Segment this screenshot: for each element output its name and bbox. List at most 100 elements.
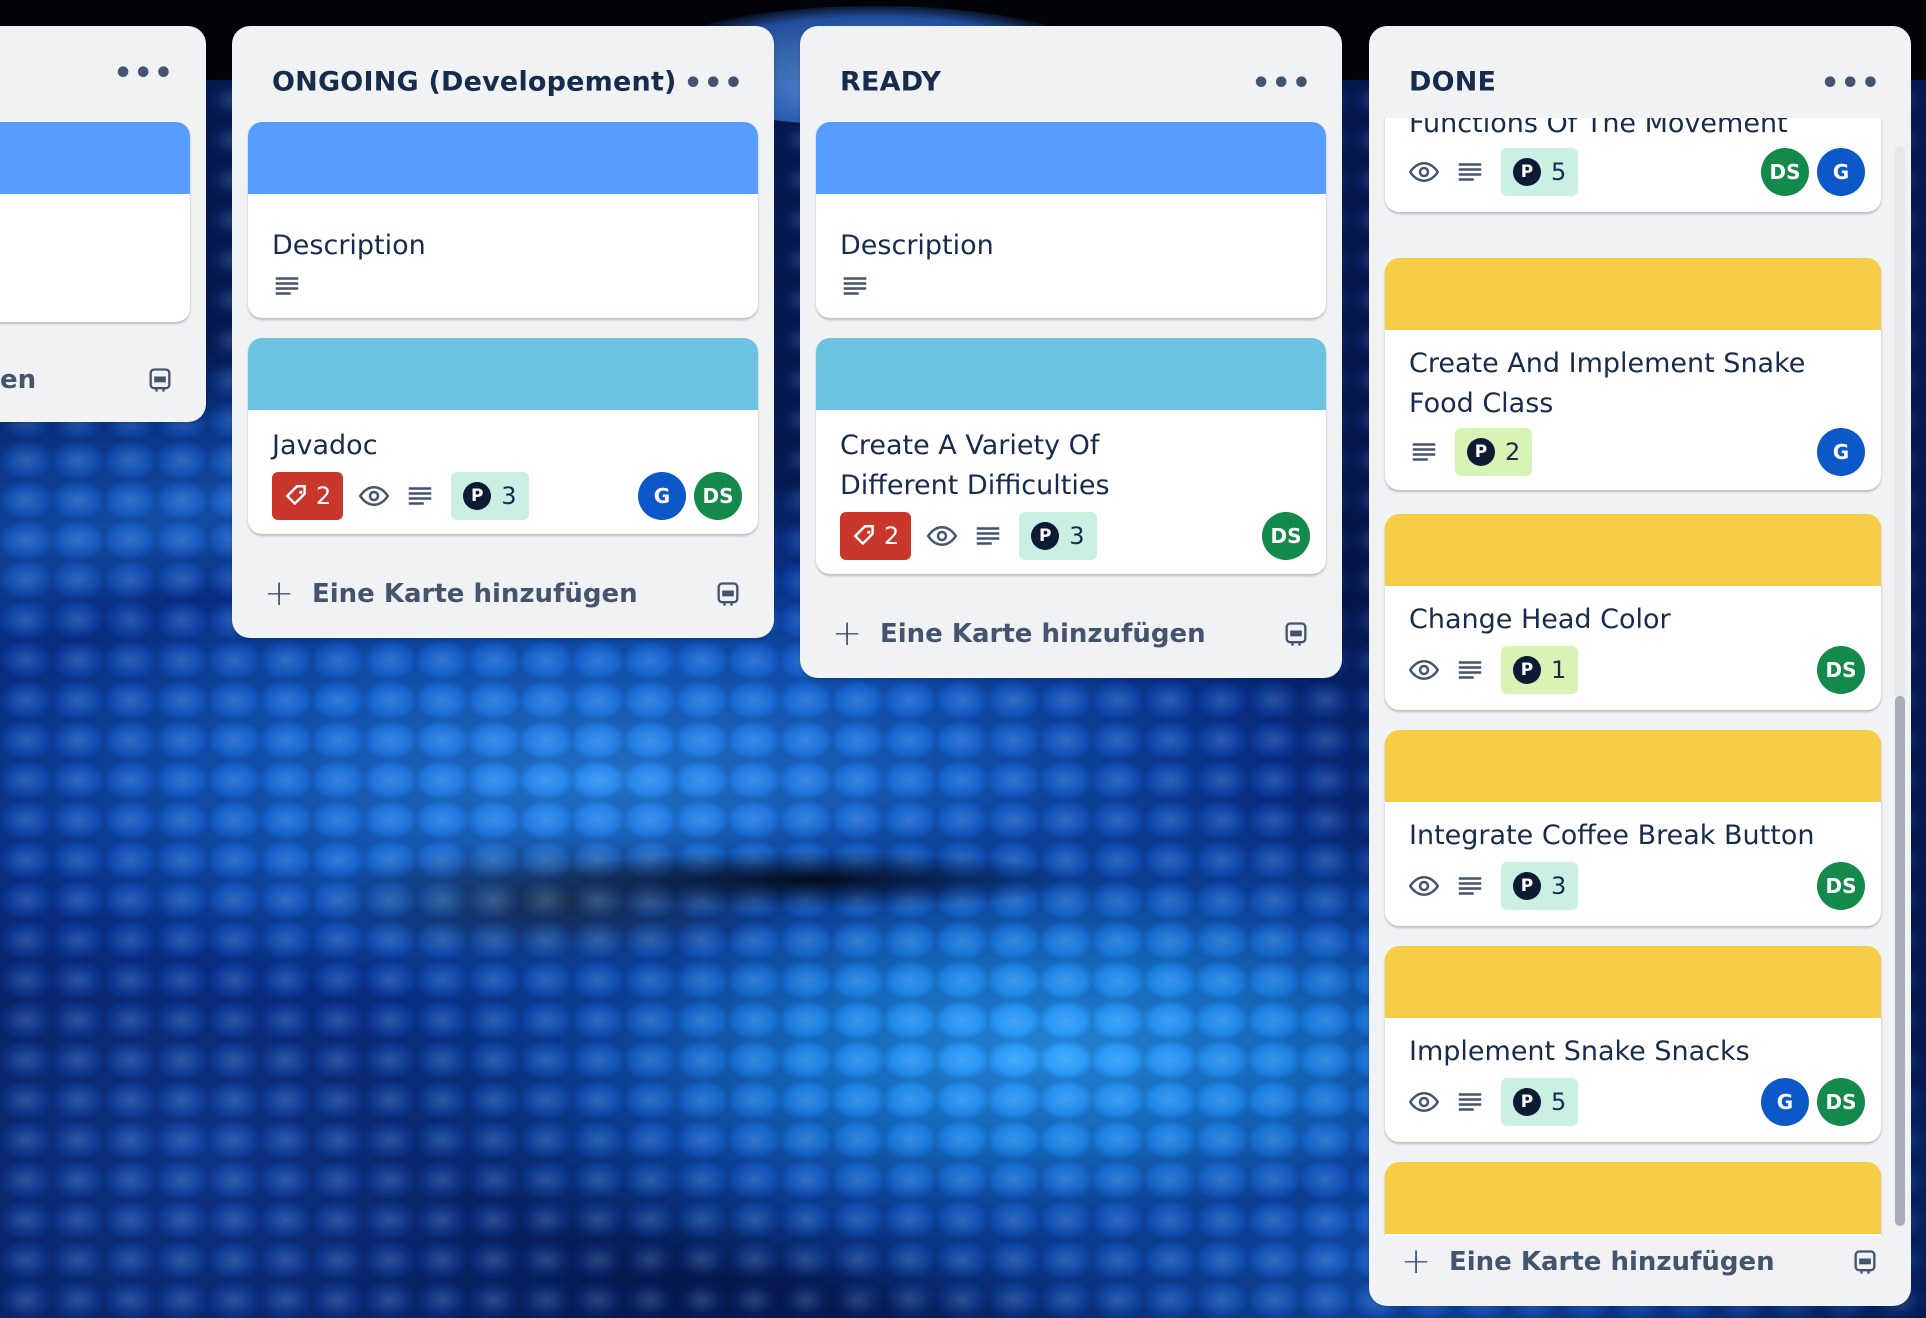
avatar[interactable]: DS (694, 472, 742, 520)
points-value: 1 (1551, 656, 1567, 684)
add-card-label-partial: en (0, 365, 37, 395)
card-template-icon[interactable] (146, 366, 174, 394)
points-value: 2 (1505, 438, 1521, 466)
list-title[interactable]: ONGOING (Developement) (272, 67, 677, 98)
add-card-button[interactable]: Eine Karte hinzufügen (880, 619, 1206, 649)
due-count: 2 (316, 482, 332, 510)
avatar[interactable]: G (1761, 1078, 1809, 1126)
story-points-badge[interactable]: P 5 (1501, 148, 1579, 196)
avatar[interactable]: DS (1761, 148, 1809, 196)
story-points-badge[interactable]: P 3 (1501, 862, 1579, 910)
points-value: 3 (1069, 522, 1085, 550)
story-points-badge[interactable]: P 3 (451, 472, 529, 520)
card-title: Description (272, 230, 426, 261)
list-menu-button[interactable]: ••• (1820, 69, 1881, 99)
description-icon (1458, 163, 1482, 181)
plus-icon: + (1401, 1241, 1432, 1282)
card-cover (1385, 258, 1881, 330)
list-header[interactable]: DONE ••• (1369, 26, 1911, 99)
points-icon: P (1513, 1088, 1541, 1116)
card-cover (248, 122, 758, 194)
card-template-icon[interactable] (1851, 1248, 1879, 1276)
card-movement[interactable]: Functions Of The Movement P 5 DS G (1385, 118, 1881, 212)
avatar[interactable]: G (1817, 148, 1865, 196)
watch-icon (927, 525, 958, 547)
avatar[interactable]: DS (1817, 1078, 1865, 1126)
story-points-badge[interactable]: P 2 (1455, 428, 1533, 476)
card-title: Functions Of The Movement (1409, 118, 1788, 139)
description-icon (409, 487, 432, 505)
add-card-row[interactable]: + Eine Karte hinzufügen (1369, 1232, 1911, 1292)
list-ready: READY ••• Description Create A Variety O… (800, 26, 1342, 678)
list-ongoing: ONGOING (Developement) ••• Description J… (232, 26, 774, 638)
card-coffee-break[interactable]: Integrate Coffee Break Button P 3 DS (1385, 730, 1881, 926)
watch-icon (1409, 875, 1439, 897)
list-menu-button[interactable]: ••• (683, 69, 744, 99)
avatar[interactable]: DS (1817, 862, 1865, 910)
card-title: Change Head Color (1409, 604, 1671, 635)
add-card-button[interactable]: Eine Karte hinzufügen (1449, 1247, 1775, 1277)
list-title[interactable]: DONE (1409, 67, 1496, 98)
card-cover (248, 338, 758, 410)
story-points-badge[interactable]: P 1 (1501, 646, 1579, 694)
description-icon (843, 277, 867, 295)
card-head-color[interactable]: Change Head Color P 1 DS (1385, 514, 1881, 710)
points-icon: P (1513, 158, 1541, 186)
description-icon (1412, 443, 1436, 461)
add-card-row[interactable]: en (0, 350, 206, 410)
card-cover (816, 338, 1326, 410)
list-header[interactable]: ONGOING (Developement) ••• (232, 26, 774, 99)
points-icon: P (1513, 656, 1541, 684)
card-description[interactable]: Description (816, 122, 1326, 318)
points-value: 3 (501, 482, 517, 510)
due-count: 2 (884, 522, 900, 550)
card-template-icon[interactable] (714, 580, 742, 608)
card-title: Integrate Coffee Break Button (1409, 820, 1815, 851)
card-cover (1385, 514, 1881, 586)
card-title: Description (840, 230, 994, 261)
card-cover (1385, 1162, 1881, 1234)
description-icon (1458, 877, 1482, 895)
due-badge[interactable]: 2 (272, 472, 344, 520)
card-cover (816, 122, 1326, 194)
avatar[interactable]: DS (1262, 512, 1310, 560)
card-partial-bottom[interactable] (1385, 1162, 1881, 1236)
list-title[interactable]: READY (840, 67, 941, 98)
card-description[interactable]: Description (248, 122, 758, 318)
points-value: 5 (1551, 158, 1567, 186)
points-icon: P (1467, 438, 1495, 466)
description-icon (275, 277, 299, 295)
due-badge[interactable]: 2 (840, 512, 912, 560)
watch-icon (1409, 1091, 1439, 1113)
card-template-icon[interactable] (1282, 620, 1310, 648)
list-menu-button[interactable]: ••• (1251, 69, 1312, 99)
list-partial-left: ••• en (0, 26, 206, 422)
card-title: Create A Variety Of Different Difficulti… (840, 430, 1110, 501)
add-card-button[interactable]: Eine Karte hinzufügen (312, 579, 638, 609)
card-title: Implement Snake Snacks (1409, 1036, 1750, 1067)
points-icon: P (1513, 872, 1541, 900)
plus-icon: + (264, 573, 295, 614)
avatar[interactable]: DS (1817, 646, 1865, 694)
card-cover (1385, 946, 1881, 1018)
story-points-badge[interactable]: P 5 (1501, 1078, 1579, 1126)
card-snake-snacks[interactable]: Implement Snake Snacks P 5 G DS (1385, 946, 1881, 1142)
plus-icon: + (832, 613, 863, 654)
avatar[interactable]: G (638, 472, 686, 520)
points-icon: P (463, 482, 492, 510)
description-icon (977, 527, 1000, 545)
avatar[interactable]: G (1817, 428, 1865, 476)
add-card-row[interactable]: + Eine Karte hinzufügen (232, 564, 774, 624)
card-difficulties[interactable]: Create A Variety Of Different Difficulti… (816, 338, 1326, 574)
story-points-badge[interactable]: P 3 (1019, 512, 1097, 560)
card-snake-food[interactable]: Create And Implement Snake Food Class P … (1385, 258, 1881, 490)
list-header[interactable]: READY ••• (800, 26, 1342, 99)
card-title: Javadoc (272, 430, 378, 461)
add-card-row[interactable]: + Eine Karte hinzufügen (800, 604, 1342, 664)
card-scroll-area[interactable]: Functions Of The Movement P 5 DS G Creat… (1369, 118, 1911, 1236)
card-javadoc[interactable]: Javadoc 2 P 3 G DS (248, 338, 758, 534)
list-menu-button[interactable]: ••• (113, 59, 174, 89)
card-partial[interactable] (0, 122, 190, 322)
scrollbar-thumb[interactable] (1895, 696, 1905, 1226)
points-value: 5 (1551, 1088, 1567, 1116)
